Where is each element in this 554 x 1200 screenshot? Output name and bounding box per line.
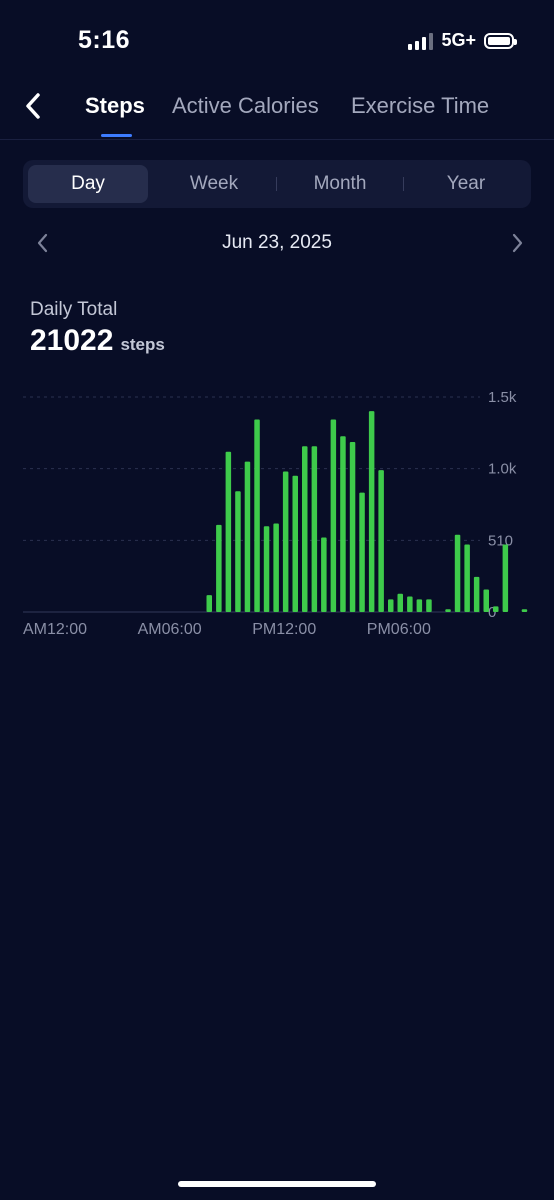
- period-week[interactable]: Week: [154, 165, 274, 203]
- steps-bar[interactable]: [235, 491, 241, 612]
- steps-bar[interactable]: [397, 593, 404, 612]
- period-day[interactable]: Day: [28, 165, 148, 203]
- back-button[interactable]: [18, 88, 48, 124]
- selected-date: Jun 23, 2025: [222, 232, 332, 253]
- period-separator: [403, 177, 404, 191]
- steps-bar[interactable]: [340, 436, 346, 612]
- steps-bar[interactable]: [502, 544, 509, 613]
- period-separator: [276, 177, 277, 191]
- daily-total-value: 21022: [30, 324, 114, 357]
- status-icons: 5G+: [408, 30, 517, 51]
- steps-bar[interactable]: [521, 609, 528, 612]
- steps-bar[interactable]: [454, 534, 461, 612]
- x-tick-label: AM12:00: [23, 621, 87, 638]
- steps-bar[interactable]: [388, 599, 394, 612]
- steps-bar[interactable]: [292, 475, 299, 612]
- period-selector: Day Week Month Year: [23, 160, 531, 208]
- steps-bar[interactable]: [263, 526, 270, 612]
- steps-bar[interactable]: [473, 576, 480, 612]
- x-tick-label: AM06:00: [138, 621, 202, 638]
- steps-bar[interactable]: [493, 606, 499, 612]
- steps-bar[interactable]: [311, 446, 318, 612]
- steps-bar[interactable]: [407, 596, 413, 613]
- period-month[interactable]: Month: [280, 165, 400, 203]
- daily-total-unit: steps: [120, 335, 165, 354]
- steps-bar[interactable]: [349, 442, 356, 612]
- steps-bar[interactable]: [244, 461, 251, 612]
- steps-bar[interactable]: [302, 446, 308, 612]
- steps-bar[interactable]: [445, 609, 451, 612]
- steps-bar[interactable]: [321, 537, 327, 613]
- steps-bar[interactable]: [216, 524, 222, 612]
- steps-bar[interactable]: [464, 544, 470, 613]
- steps-bar[interactable]: [378, 470, 384, 612]
- status-time: 5:16: [78, 26, 131, 54]
- steps-bar[interactable]: [483, 589, 490, 613]
- active-tab-indicator: [101, 134, 132, 137]
- header-divider: [0, 139, 554, 140]
- steps-bar[interactable]: [359, 492, 365, 612]
- steps-bar[interactable]: [273, 523, 279, 613]
- cellular-signal-icon: [408, 32, 434, 50]
- period-year[interactable]: Year: [406, 165, 526, 203]
- y-tick-label: 1.0k: [488, 461, 517, 478]
- steps-bar[interactable]: [426, 599, 432, 612]
- network-type: 5G+: [441, 30, 476, 50]
- steps-bar[interactable]: [368, 411, 375, 612]
- chevron-right-icon: [512, 233, 523, 253]
- next-date-button[interactable]: [506, 230, 530, 256]
- x-tick-label: PM12:00: [252, 621, 316, 638]
- tab-active-calories[interactable]: Active Calories: [172, 93, 319, 119]
- tab-steps[interactable]: Steps: [85, 93, 145, 119]
- steps-bar[interactable]: [225, 451, 232, 612]
- daily-total-label: Daily Total: [30, 299, 118, 320]
- screen: 5:16 5G+ Steps Active Calories Exercise …: [0, 0, 554, 1200]
- tab-exercise-time[interactable]: Exercise Time: [351, 93, 489, 119]
- y-tick-label: 1.5k: [488, 389, 517, 406]
- steps-bar[interactable]: [282, 471, 289, 613]
- steps-bar[interactable]: [254, 419, 260, 613]
- daily-total: 21022 steps: [30, 324, 165, 358]
- steps-bar[interactable]: [330, 419, 337, 613]
- battery-icon: [484, 32, 517, 49]
- hourly-steps-chart: 1.5k1.0k5100AM12:00 AM06:00 PM12:00 PM06:00: [23, 389, 528, 638]
- chevron-left-icon: [26, 93, 40, 119]
- steps-bar[interactable]: [416, 599, 423, 612]
- steps-bar[interactable]: [206, 595, 213, 612]
- home-indicator[interactable]: [178, 1181, 376, 1187]
- x-tick-label: PM06:00: [367, 621, 431, 638]
- y-tick-label: 510: [488, 532, 513, 549]
